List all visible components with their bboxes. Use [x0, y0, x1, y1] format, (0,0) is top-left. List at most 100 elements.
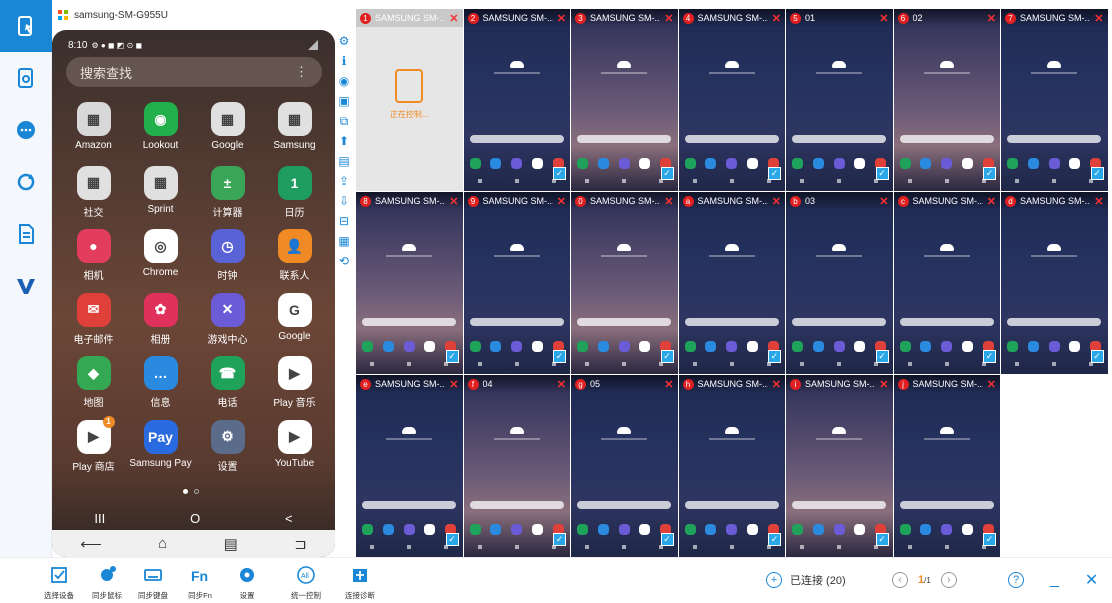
- recent-apps-key[interactable]: III: [94, 511, 105, 526]
- selected-check-icon[interactable]: ✓: [875, 167, 889, 180]
- app-shortcut[interactable]: ◆ 地图: [60, 356, 127, 420]
- close-icon[interactable]: ✕: [557, 195, 566, 208]
- app-shortcut[interactable]: ▦ Amazon: [60, 102, 127, 166]
- device-tile[interactable]: g 05 ✕ ✓: [571, 375, 678, 557]
- app-shortcut[interactable]: ▦ Sprint: [127, 165, 194, 230]
- close-icon[interactable]: ✕: [557, 12, 566, 25]
- app-shortcut[interactable]: ✕ 游戏中心: [194, 292, 261, 357]
- close-icon[interactable]: ✕: [772, 378, 781, 391]
- nav-v-logo[interactable]: [0, 260, 52, 312]
- device-tile[interactable]: 8 SAMSUNG SM-... ✕ ✓: [356, 192, 463, 374]
- device-tile[interactable]: b 03 ✕ ✓: [786, 192, 893, 374]
- selected-check-icon[interactable]: ✓: [983, 350, 996, 363]
- device-tile[interactable]: 2 SAMSUNG SM-... ✕ ✓: [463, 9, 570, 191]
- close-icon[interactable]: ✕: [1085, 570, 1098, 590]
- toolbar-unified-control-button[interactable]: All 统一控制: [283, 565, 329, 601]
- selected-check-icon[interactable]: ✓: [553, 350, 566, 363]
- selected-check-icon[interactable]: ✓: [983, 533, 996, 546]
- toolbar-sync-fn-button[interactable]: Fn 同步Fn: [177, 565, 223, 601]
- close-icon[interactable]: ✕: [879, 12, 888, 25]
- close-icon[interactable]: ✕: [772, 12, 781, 25]
- device-tile[interactable]: 9 SAMSUNG SM-... ✕ ✓: [463, 192, 570, 374]
- selected-check-icon[interactable]: ✓: [1090, 350, 1104, 363]
- screen-icon[interactable]: ▣: [337, 94, 351, 108]
- selected-check-icon[interactable]: ✓: [660, 533, 674, 546]
- split-icon[interactable]: ⊟: [337, 214, 351, 228]
- device-tile[interactable]: c SAMSUNG SM-... ✕ ✓: [893, 192, 1000, 374]
- soft-menu-icon[interactable]: ▤: [224, 535, 238, 553]
- device-tile[interactable]: d SAMSUNG SM-... ✕ ✓: [1001, 192, 1108, 374]
- soft-back-icon[interactable]: ⟵: [80, 535, 102, 553]
- copy-icon[interactable]: ⧉: [337, 114, 351, 128]
- app-shortcut[interactable]: ▶ Play 音乐: [261, 356, 328, 420]
- more-menu-icon[interactable]: ⋮: [295, 64, 308, 80]
- app-shortcut[interactable]: … 信息: [127, 356, 194, 420]
- app-shortcut[interactable]: ◎ Chrome: [127, 229, 194, 293]
- soft-home-icon[interactable]: ⌂: [158, 535, 167, 552]
- selected-check-icon[interactable]: ✓: [445, 533, 459, 546]
- close-icon[interactable]: ✕: [664, 195, 673, 208]
- close-icon[interactable]: ✕: [987, 378, 996, 391]
- help-icon[interactable]: ?: [1008, 572, 1024, 588]
- app-shortcut[interactable]: ▦ Google: [194, 102, 261, 166]
- download-icon[interactable]: ⇩: [337, 194, 351, 208]
- rotate-icon[interactable]: ⟲: [337, 254, 351, 268]
- info-icon[interactable]: ℹ: [337, 54, 351, 68]
- app-shortcut[interactable]: ◉ Lookout: [127, 102, 194, 166]
- toolbar-sync-mouse-button[interactable]: 同步鼠标: [84, 565, 130, 601]
- settings-circle-icon[interactable]: ◉: [337, 74, 351, 88]
- app-shortcut[interactable]: ● 相机: [60, 229, 127, 293]
- device-tile[interactable]: 0 SAMSUNG SM-... ✕ ✓: [571, 192, 678, 374]
- selected-check-icon[interactable]: ✓: [875, 350, 889, 363]
- device-tile[interactable]: j SAMSUNG SM-... ✕ ✓: [893, 375, 1000, 557]
- pin-icon[interactable]: ⬆: [337, 134, 351, 148]
- app-shortcut[interactable]: ☎ 电话: [194, 356, 261, 420]
- device-tile[interactable]: h SAMSUNG SM-... ✕ ✓: [678, 375, 785, 557]
- close-icon[interactable]: ✕: [879, 378, 888, 391]
- app-shortcut[interactable]: ▦ 社交: [60, 165, 127, 230]
- device-tile[interactable]: 6 02 ✕ ✓: [893, 9, 1000, 191]
- back-key[interactable]: <: [285, 511, 293, 526]
- app-shortcut[interactable]: ✿ 相册: [127, 292, 194, 357]
- close-icon[interactable]: ✕: [557, 378, 566, 391]
- nav-file[interactable]: [0, 208, 52, 260]
- doc-icon[interactable]: ▤: [337, 154, 351, 168]
- selected-check-icon[interactable]: ✓: [445, 350, 459, 363]
- selected-check-icon[interactable]: ✓: [768, 350, 781, 363]
- selected-check-icon[interactable]: ✓: [875, 533, 889, 546]
- close-icon[interactable]: ✕: [772, 195, 781, 208]
- selected-check-icon[interactable]: ✓: [983, 167, 996, 180]
- upload-icon[interactable]: ⇪: [337, 174, 351, 188]
- selected-check-icon[interactable]: ✓: [768, 167, 781, 180]
- close-icon[interactable]: ✕: [879, 195, 888, 208]
- grid-icon[interactable]: ▦: [337, 234, 351, 248]
- close-icon[interactable]: ✕: [449, 195, 458, 208]
- toolbar-connection-diagnosis-button[interactable]: 连接诊断: [337, 565, 383, 601]
- close-icon[interactable]: ✕: [449, 378, 458, 391]
- app-shortcut[interactable]: Pay Samsung Pay: [127, 419, 194, 484]
- gear-icon[interactable]: ⚙: [337, 34, 351, 48]
- selected-check-icon[interactable]: ✓: [553, 167, 566, 180]
- app-shortcut[interactable]: ✉ 电子邮件: [60, 292, 127, 357]
- device-tile[interactable]: 4 SAMSUNG SM-... ✕ ✓: [678, 9, 785, 191]
- app-shortcut[interactable]: ◷ 时钟: [194, 229, 261, 293]
- close-icon[interactable]: ✕: [1094, 195, 1103, 208]
- device-tile[interactable]: e SAMSUNG SM-... ✕ ✓: [356, 375, 463, 557]
- close-icon[interactable]: ✕: [664, 12, 673, 25]
- app-shortcut[interactable]: ▶ 1 Play 商店: [60, 415, 127, 484]
- nav-screenshot[interactable]: [0, 52, 52, 104]
- selected-check-icon[interactable]: ✓: [660, 350, 674, 363]
- toolbar-select-device-button[interactable]: 选择设备: [36, 565, 82, 601]
- device-tile[interactable]: f 04 ✕ ✓: [463, 375, 570, 557]
- phone-search-bar[interactable]: 搜索查找 ⋮: [66, 57, 322, 87]
- home-key[interactable]: O: [190, 511, 200, 526]
- app-shortcut[interactable]: ⚙ 设置: [194, 419, 261, 484]
- selected-check-icon[interactable]: ✓: [1090, 167, 1104, 180]
- minimize-icon[interactable]: _: [1050, 571, 1059, 589]
- device-tile[interactable]: 3 SAMSUNG SM-... ✕ ✓: [571, 9, 678, 191]
- device-tile[interactable]: a SAMSUNG SM-... ✕ ✓: [678, 192, 785, 374]
- app-shortcut[interactable]: ± 计算器: [194, 165, 261, 230]
- add-device-icon[interactable]: +: [766, 572, 782, 588]
- close-icon[interactable]: ✕: [987, 12, 996, 25]
- app-shortcut[interactable]: ▶ YouTube: [261, 419, 328, 484]
